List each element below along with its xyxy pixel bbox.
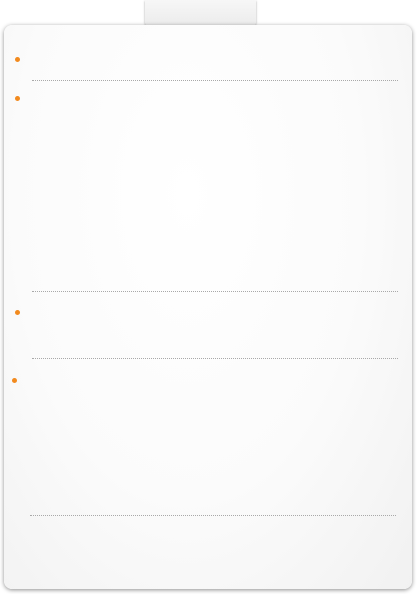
bullet-dot-icon xyxy=(15,310,20,315)
page xyxy=(0,0,417,594)
dotted-divider xyxy=(32,358,398,359)
bullet-dot-icon xyxy=(15,57,20,62)
dotted-divider xyxy=(32,291,398,292)
dotted-divider xyxy=(30,515,396,516)
bullet-dot-icon xyxy=(12,378,17,383)
bullet-dot-icon xyxy=(15,96,20,101)
content-card xyxy=(4,25,412,589)
dotted-divider xyxy=(32,80,398,81)
